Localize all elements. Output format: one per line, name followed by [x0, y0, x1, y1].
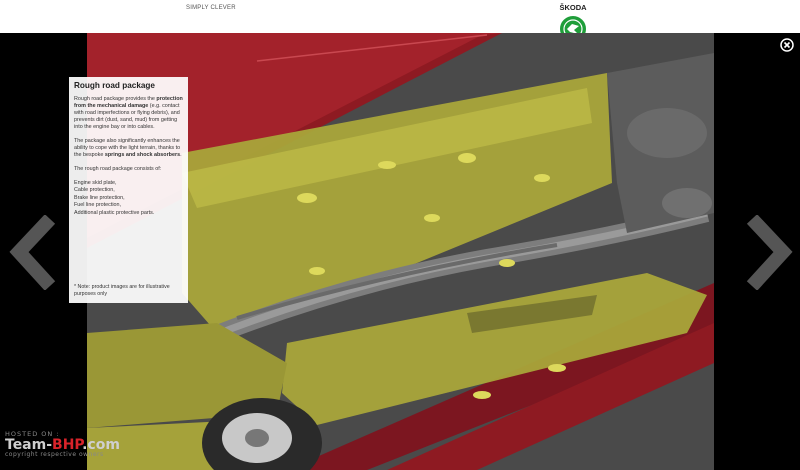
description-paragraph-2: The package also significantly enhances … [74, 138, 182, 158]
package-items-list: Engine skid plate, Cable protection, Bra… [74, 180, 183, 217]
chevron-left-icon[interactable] [5, 215, 65, 290]
panel-title: Rough road package [74, 81, 155, 90]
description-paragraph-3: The rough road package consists of: [74, 166, 162, 172]
close-icon[interactable] [780, 38, 794, 52]
top-bar: SIMPLY CLEVER ŠKODA [0, 0, 800, 33]
slogan-text: SIMPLY CLEVER [186, 5, 236, 11]
chevron-right-icon[interactable] [737, 215, 797, 290]
info-panel: Rough road package Rough road package pr… [69, 77, 188, 303]
watermark: HOSTED ON : Team-BHP.com copyright respe… [5, 430, 120, 458]
list-item: Additional plastic protective parts. [74, 209, 155, 216]
list-item: Cable protection, [74, 187, 115, 194]
disclaimer-note: * Note: product images are for illustrat… [74, 284, 170, 297]
list-item: Fuel line protection, [74, 202, 122, 209]
list-item: Brake line protection, [74, 194, 125, 201]
watermark-copyright: copyright respective owners [5, 451, 104, 458]
description-paragraph-1: Rough road package provides the protecti… [74, 96, 183, 130]
list-item: Engine skid plate, [74, 180, 117, 186]
